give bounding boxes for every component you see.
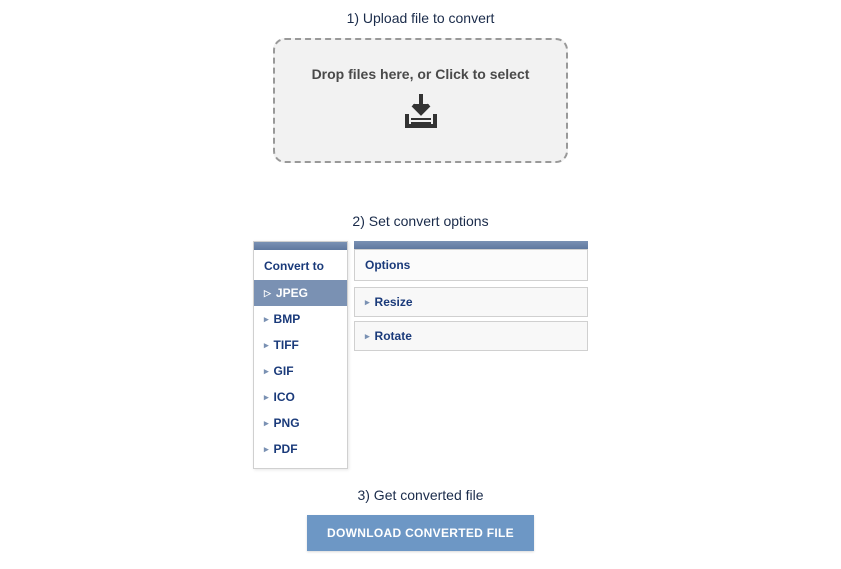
convert-to-sidebar: Convert to ▷ JPEG ▸ BMP ▸ TIFF ▸ GIF ▸ ICO ▸ PNG ▸ PD…	[253, 241, 348, 469]
options-label: Options	[354, 249, 588, 281]
format-label: BMP	[274, 312, 301, 326]
format-item-gif[interactable]: ▸ GIF	[254, 358, 347, 384]
arrow-right-icon: ▸	[264, 392, 269, 403]
format-item-bmp[interactable]: ▸ BMP	[254, 306, 347, 332]
options-panel: Options ▸ Resize ▸ Rotate	[354, 241, 588, 469]
arrow-right-icon: ▸	[264, 340, 269, 351]
format-label: GIF	[274, 364, 294, 378]
arrow-right-icon: ▸	[264, 444, 269, 455]
option-label: Resize	[375, 295, 413, 309]
format-item-jpeg[interactable]: ▷ JPEG	[254, 280, 347, 306]
convert-to-label: Convert to	[254, 250, 347, 280]
options-header-bar	[354, 241, 588, 249]
format-label: PNG	[274, 416, 300, 430]
arrow-right-icon: ▸	[264, 314, 269, 325]
arrow-right-icon: ▸	[365, 331, 370, 342]
step2-title: 2) Set convert options	[352, 213, 488, 229]
format-label: ICO	[274, 390, 295, 404]
arrow-right-icon: ▷	[264, 288, 271, 299]
dropzone-text: Drop files here, or Click to select	[312, 66, 530, 82]
arrow-right-icon: ▸	[365, 297, 370, 308]
sidebar-header-bar	[254, 242, 347, 250]
arrow-right-icon: ▸	[264, 366, 269, 377]
options-container: Convert to ▷ JPEG ▸ BMP ▸ TIFF ▸ GIF ▸ ICO ▸ PNG ▸ PD…	[253, 241, 588, 469]
format-label: TIFF	[274, 338, 299, 352]
option-label: Rotate	[375, 329, 412, 343]
option-item-resize[interactable]: ▸ Resize	[354, 287, 588, 317]
format-item-png[interactable]: ▸ PNG	[254, 410, 347, 436]
step1-title: 1) Upload file to convert	[347, 10, 495, 26]
step3-title: 3) Get converted file	[357, 487, 483, 503]
format-item-tiff[interactable]: ▸ TIFF	[254, 332, 347, 358]
format-label: JPEG	[276, 286, 308, 300]
option-item-rotate[interactable]: ▸ Rotate	[354, 321, 588, 351]
format-item-ico[interactable]: ▸ ICO	[254, 384, 347, 410]
file-dropzone[interactable]: Drop files here, or Click to select	[273, 38, 568, 163]
arrow-right-icon: ▸	[264, 418, 269, 429]
format-label: PDF	[274, 442, 298, 456]
format-list: ▷ JPEG ▸ BMP ▸ TIFF ▸ GIF ▸ ICO ▸ PNG ▸ PDF	[254, 280, 347, 468]
download-button[interactable]: DOWNLOAD CONVERTED FILE	[307, 515, 534, 551]
download-icon	[399, 94, 443, 135]
format-item-pdf[interactable]: ▸ PDF	[254, 436, 347, 462]
